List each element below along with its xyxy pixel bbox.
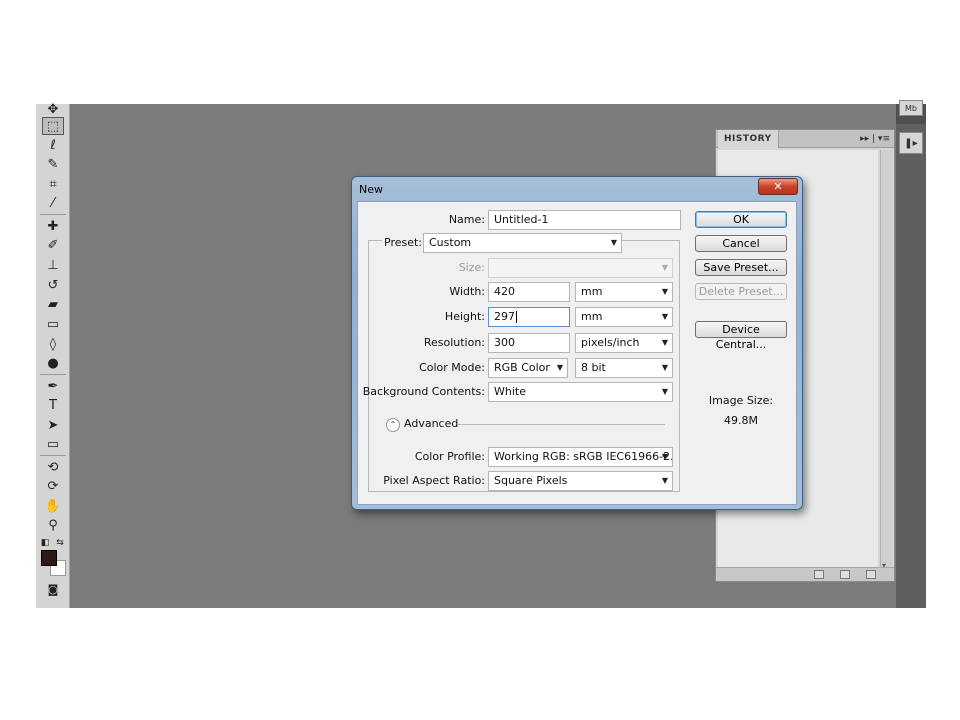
dodge-tool-icon[interactable]: ● [42, 354, 64, 372]
right-panel-dock: Mb ❚▸ [896, 100, 926, 608]
chevron-down-icon: ▼ [661, 476, 668, 485]
background-contents-value: White [494, 385, 526, 398]
history-panel-icon[interactable]: ❚▸ [899, 132, 923, 154]
pixel-aspect-ratio-dropdown[interactable]: Square Pixels ▼ [488, 471, 673, 491]
gradient-tool-icon[interactable]: ▭ [42, 315, 64, 333]
move-tool-icon[interactable]: ✥ [42, 100, 64, 118]
chevron-down-icon: ▼ [556, 363, 563, 372]
chevron-down-icon: ▼ [661, 338, 668, 347]
new-document-from-state-icon[interactable] [814, 570, 824, 579]
image-size-value: 49.8M [724, 414, 758, 427]
chevron-down-icon: ▼ [661, 452, 668, 461]
dialog-body: Name: Untitled-1 Preset: Custom ▼ Size: … [357, 201, 797, 505]
preset-label: Preset: [382, 236, 425, 249]
bit-depth-dropdown[interactable]: 8 bit ▼ [575, 358, 673, 378]
delete-state-icon[interactable] [866, 570, 876, 579]
color-mode-label: Color Mode: [419, 361, 485, 374]
cancel-button[interactable]: Cancel [695, 235, 787, 252]
delete-preset-button[interactable]: Delete Preset... [695, 283, 787, 300]
height-label: Height: [444, 310, 485, 323]
pixel-aspect-ratio-value: Square Pixels [494, 474, 568, 487]
healing-brush-tool-icon[interactable]: ✚ [42, 217, 64, 235]
pen-tool-icon[interactable]: ✒ [42, 377, 64, 395]
new-snapshot-icon[interactable] [840, 570, 850, 579]
color-mode-value: RGB Color [494, 361, 550, 374]
panel-menu-icon[interactable]: ▸▸ | ▾≡ [860, 130, 890, 148]
resolution-unit-dropdown[interactable]: pixels/inch ▼ [575, 333, 673, 353]
mini-bridge-icon[interactable]: Mb [899, 100, 923, 116]
brush-tool-icon[interactable]: ✐ [42, 236, 64, 254]
save-preset-button[interactable]: Save Preset... [695, 259, 787, 276]
path-selection-tool-icon[interactable]: ➤ [42, 416, 64, 434]
resolution-field[interactable]: 300 [488, 333, 570, 353]
tools-divider [40, 214, 66, 215]
width-label: Width: [449, 285, 485, 298]
height-field[interactable]: 297 [488, 307, 570, 327]
size-label: Size: [458, 261, 485, 274]
dialog-title: New [359, 183, 383, 196]
shape-tool-icon[interactable]: ▭ [42, 435, 64, 453]
text-cursor [516, 311, 517, 323]
background-contents-dropdown[interactable]: White ▼ [488, 382, 673, 402]
hand-tool-icon[interactable]: ✋ [42, 497, 64, 515]
resolution-label: Resolution: [423, 336, 485, 349]
tools-divider [40, 455, 66, 456]
color-mode-dropdown[interactable]: RGB Color ▼ [488, 358, 568, 378]
height-value: 297 [494, 310, 515, 323]
quick-mask-icon[interactable]: ◙ [42, 580, 64, 598]
preset-value: Custom [429, 236, 472, 249]
preset-dropdown[interactable]: Custom ▼ [423, 233, 622, 253]
chevron-down-icon: ▼ [661, 312, 668, 321]
eyedropper-tool-icon[interactable]: ⁄ [42, 194, 64, 212]
tools-panel: ✥ ⬚ ℓ ✎ ⌗ ⁄ ✚ ✐ ⊥ ↺ ▰ ▭ ◊ ● ✒ T ➤ ▭ ⟲ ⟳ … [36, 102, 70, 608]
new-document-dialog: New ✕ Name: Untitled-1 Preset: Custom ▼ … [351, 176, 803, 510]
color-profile-dropdown[interactable]: Working RGB: sRGB IEC61966-2.1 ▼ [488, 447, 673, 467]
tools-divider [40, 374, 66, 375]
resolution-unit-value: pixels/inch [581, 336, 640, 349]
bit-depth-value: 8 bit [581, 361, 606, 374]
clone-stamp-tool-icon[interactable]: ⊥ [42, 256, 64, 274]
device-central-button[interactable]: Device Central... [695, 321, 787, 351]
color-profile-value: Working RGB: sRGB IEC61966-2.1 [494, 450, 673, 463]
blur-tool-icon[interactable]: ◊ [42, 335, 64, 353]
advanced-label[interactable]: Advanced [404, 417, 458, 430]
close-icon: ✕ [773, 180, 783, 193]
history-scrollbar[interactable]: ▾ [880, 150, 892, 570]
lasso-tool-icon[interactable]: ℓ [42, 136, 64, 154]
marquee-tool-icon[interactable]: ⬚ [42, 117, 64, 135]
type-tool-icon[interactable]: T [42, 396, 64, 414]
color-profile-label: Color Profile: [414, 450, 485, 463]
name-field[interactable]: Untitled-1 [488, 210, 681, 230]
history-brush-tool-icon[interactable]: ↺ [42, 276, 64, 294]
eraser-tool-icon[interactable]: ▰ [42, 295, 64, 313]
close-button[interactable]: ✕ [758, 178, 798, 195]
3d-rotate-tool-icon[interactable]: ⟲ [42, 458, 64, 476]
pixel-aspect-ratio-label: Pixel Aspect Ratio: [383, 474, 485, 487]
width-unit-dropdown[interactable]: mm ▼ [575, 282, 673, 302]
crop-tool-icon[interactable]: ⌗ [42, 175, 64, 193]
chevron-down-icon: ▼ [661, 287, 668, 296]
advanced-divider [458, 424, 665, 425]
name-label: Name: [448, 213, 485, 226]
quick-selection-tool-icon[interactable]: ✎ [42, 155, 64, 173]
chevron-down-icon: ▼ [610, 238, 617, 247]
chevron-down-icon: ▼ [661, 263, 668, 272]
background-contents-label: Background Contents: [362, 385, 485, 398]
width-unit-value: mm [581, 285, 603, 298]
zoom-tool-icon[interactable]: ⚲ [42, 516, 64, 534]
history-tab[interactable]: HISTORY [718, 130, 779, 148]
size-dropdown[interactable]: ▼ [488, 258, 673, 278]
foreground-color-swatch[interactable] [41, 550, 57, 566]
width-field[interactable]: 420 [488, 282, 570, 302]
image-size-label: Image Size: [708, 394, 774, 407]
chevron-down-icon: ▼ [661, 387, 668, 396]
history-panel-footer [716, 567, 894, 581]
history-panel-header: HISTORY ▸▸ | ▾≡ [716, 130, 894, 148]
3d-orbit-tool-icon[interactable]: ⟳ [42, 477, 64, 495]
height-unit-dropdown[interactable]: mm ▼ [575, 307, 673, 327]
advanced-toggle-icon[interactable]: ⌃ [386, 418, 400, 432]
ok-button[interactable]: OK [695, 211, 787, 228]
height-unit-value: mm [581, 310, 603, 323]
chevron-down-icon: ▼ [661, 363, 668, 372]
